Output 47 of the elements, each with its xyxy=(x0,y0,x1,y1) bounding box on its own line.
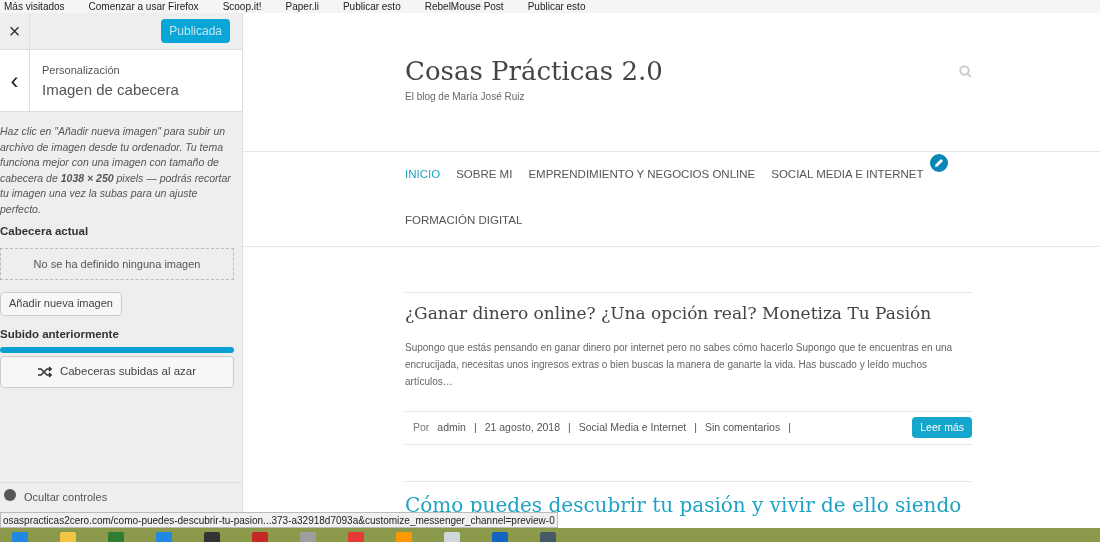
bookmark-link[interactable]: Comenzar a usar Firefox xyxy=(88,0,199,13)
section-title: Imagen de cabecera xyxy=(42,79,179,100)
breadcrumb-text: Personalización xyxy=(42,63,121,78)
post-date: 21 agosto, 2018 xyxy=(484,419,560,435)
nav-link[interactable]: SOCIAL MEDIA E INTERNET xyxy=(771,152,924,198)
nav-link[interactable]: SOBRE MI xyxy=(456,152,513,198)
description-text: Haz clic en "Añadir nueva imagen" para subir un archivo de imagen desde tu ordenador. Tu tema funciona mejor con una imagen con tamaño de cabecera de 1038 × 250 pixels — podrás recortar tu imagen una vez la subas para un ajuste perfecto. xyxy=(0,124,232,217)
bookmark-link[interactable]: Publicar esto xyxy=(342,0,401,13)
section-label: Cabecera actual xyxy=(0,224,90,239)
close-button[interactable]: × xyxy=(0,13,30,49)
bookmark-link[interactable]: Paper.li xyxy=(285,0,319,13)
hide-controls-link[interactable]: Ocultar controles xyxy=(24,489,108,506)
taskbar-app-icon[interactable] xyxy=(58,530,78,542)
bookmark-link[interactable]: RebelMouse Post xyxy=(424,0,504,13)
site-title[interactable]: Cosas Prácticas 2.0 xyxy=(405,53,663,89)
category-link[interactable]: Social Media e Internet xyxy=(578,419,687,436)
taskbar-app-icon[interactable] xyxy=(442,530,462,542)
pencil-icon xyxy=(933,158,944,168)
post-title[interactable]: ¿Ganar dinero online? ¿Una opción real? Monetiza Tu Pasión xyxy=(405,293,972,327)
taskbar-app-icon[interactable] xyxy=(202,530,222,542)
comments-link[interactable]: Sin comentarios xyxy=(704,419,781,436)
status-url-tooltip: osaspracticas2cero.com/como-puedes-descubrir-tu-pasion...373-a32918d7093a&customize_messenger_channel=preview-0 xyxy=(0,512,558,528)
bookmark-link[interactable]: Más visitados xyxy=(4,0,65,13)
separator: | xyxy=(568,419,571,435)
bookmark-link[interactable]: Scoop.it! xyxy=(222,0,262,13)
shuffle-icon xyxy=(37,365,52,378)
search-icon xyxy=(959,65,972,78)
back-button[interactable]: ‹ xyxy=(0,50,30,111)
post-excerpt: Supongo que estás pensando en ganar dinero por internet pero no sabes cómo hacerlo Supongo que te encuentras en una encrucijada, necesitas unos ingresos extras o bien buscas la manera de ganarte la vida. Has buscado y leído muchos artículos… xyxy=(405,340,954,389)
author-link[interactable]: admin xyxy=(437,419,466,436)
collapse-icon xyxy=(4,489,16,501)
nav-link[interactable]: EMPRENDIMIENTO Y NEGOCIOS ONLINE xyxy=(528,152,756,198)
image-drop-zone[interactable]: No se ha definido ninguna imagen xyxy=(0,248,234,281)
taskbar-app-icon[interactable] xyxy=(490,530,510,542)
nav-link[interactable]: FORMACIÓN DIGITAL xyxy=(405,198,523,244)
separator: | xyxy=(694,419,697,435)
site-tagline: El blog de María José Ruiz xyxy=(405,90,526,104)
add-image-button[interactable]: Añadir nueva imagen xyxy=(0,291,122,316)
taskbar-app-icon[interactable] xyxy=(250,530,270,542)
separator: | xyxy=(788,419,791,435)
bookmark-link[interactable]: Publicar esto xyxy=(527,0,586,13)
edit-shortcut-button[interactable] xyxy=(927,152,950,174)
taskbar-app-icon[interactable] xyxy=(538,530,558,542)
author-label: Por xyxy=(413,419,430,435)
separator: | xyxy=(473,419,477,435)
section-label: Subido anteriormente xyxy=(0,326,120,342)
randomize-button[interactable]: Cabeceras subidas al azar xyxy=(0,355,234,388)
